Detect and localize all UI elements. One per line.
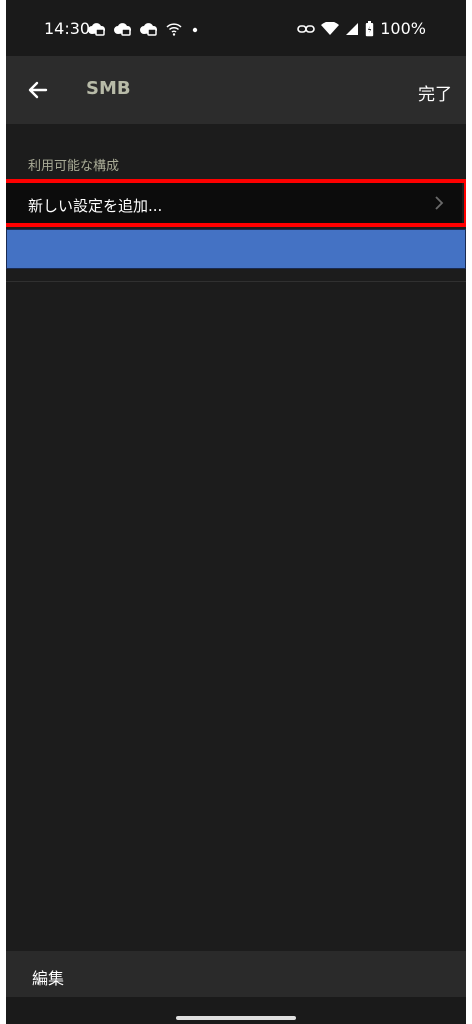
section-header: 利用可能な構成 [28, 159, 120, 174]
cloud-chat-icon [140, 23, 158, 36]
app-bar: SMB 完了 [6, 56, 466, 124]
link-icon [297, 24, 316, 33]
cloud-chat-icon [88, 23, 106, 36]
status-time: 14:30 [44, 19, 91, 38]
done-button[interactable]: 完了 [418, 80, 452, 105]
bottom-bar: 編集 [6, 951, 466, 997]
highlight-box [6, 179, 466, 227]
notification-icons [88, 20, 200, 38]
edit-button[interactable]: 編集 [32, 965, 64, 989]
battery-icon [366, 20, 374, 36]
home-gesture-handle[interactable] [176, 1016, 296, 1020]
navigation-bar [6, 997, 466, 1024]
wifi-signal-icon [321, 21, 340, 35]
dot-icon [192, 27, 198, 33]
battery-percent: 100% [380, 19, 426, 38]
selected-item-bar[interactable] [6, 229, 466, 269]
divider [6, 281, 466, 282]
status-bar: 14:30 100% [6, 0, 466, 56]
wifi-icon [166, 23, 182, 36]
back-arrow-icon[interactable] [24, 76, 52, 104]
page-title: SMB [86, 78, 131, 99]
status-right: 100% [297, 19, 426, 38]
cloud-chat-icon [114, 23, 132, 36]
cell-signal-icon [346, 22, 359, 35]
screen: 14:30 100% SMB 完了 利用可能な構成 新しい設定を追加... 編集 [6, 0, 466, 1024]
